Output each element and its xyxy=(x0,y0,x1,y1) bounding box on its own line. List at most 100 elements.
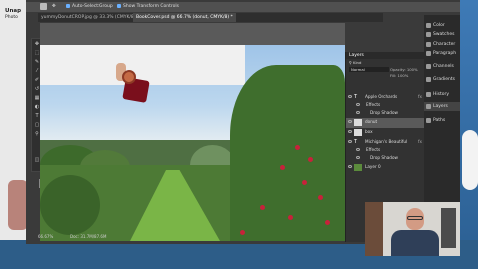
panel-character[interactable]: Character xyxy=(424,40,460,49)
panel-label: History xyxy=(433,92,450,97)
fx-badge: fx xyxy=(418,94,422,99)
panel-label: Swatches xyxy=(433,32,455,37)
layer-row-donut[interactable]: donut xyxy=(346,118,425,128)
character-icon xyxy=(426,42,431,47)
orchard-tree xyxy=(40,175,100,235)
layer-effects-row[interactable]: Effects xyxy=(346,101,425,109)
layer-thumbnail xyxy=(354,164,362,171)
layer-drop-shadow-label: Drop Shadow xyxy=(370,110,398,115)
panel-color[interactable]: Color xyxy=(424,21,460,30)
panel-label: Gradients xyxy=(433,77,455,82)
eye-icon[interactable] xyxy=(348,165,352,168)
text-layer-icon: T xyxy=(354,139,358,145)
panel-paragraph[interactable]: Paragraph xyxy=(424,49,460,58)
document-tabs: yummyDonutCROP.jpg @ 33.3% (CMYK/8) * Bo… xyxy=(38,13,383,22)
zoom-level[interactable]: 66.67% xyxy=(38,233,53,241)
panel-paths[interactable]: Paths xyxy=(424,116,460,125)
desktop-left-text-2: Photo xyxy=(5,15,18,20)
layer-drop-shadow-row[interactable]: Drop Shadow xyxy=(346,154,425,162)
panel-history[interactable]: History xyxy=(424,90,460,99)
layer-name: box xyxy=(365,129,373,134)
apple xyxy=(302,180,307,185)
layers-icon xyxy=(426,104,431,109)
apple xyxy=(295,145,300,150)
eye-icon[interactable] xyxy=(356,111,360,114)
panel-label: Character xyxy=(433,42,456,47)
layer-row-apple-orchards[interactable]: T Apple Orchards fx xyxy=(346,93,425,101)
auto-select-dropdown[interactable]: Group xyxy=(99,4,113,9)
eye-icon[interactable] xyxy=(348,95,352,98)
webcam-doorway xyxy=(441,208,456,248)
layer-name: Layer 0 xyxy=(365,164,381,169)
home-icon[interactable] xyxy=(40,3,47,10)
paragraph-icon xyxy=(426,51,431,56)
layer-filter-kind[interactable]: ⚲ Kind xyxy=(349,60,379,65)
options-bar: ✥ Auto-Select: Group Show Transform Cont… xyxy=(26,2,460,12)
panel-label: Color xyxy=(433,23,445,28)
layer-name: Michigan's Beautiful xyxy=(365,139,408,144)
apple xyxy=(308,157,313,162)
transform-controls-checkbox[interactable] xyxy=(117,4,121,8)
opacity-field[interactable]: Opacity: 100% xyxy=(390,67,424,72)
tab-yummy-donut[interactable]: yummyDonutCROP.jpg @ 33.3% (CMYK/8) * xyxy=(38,13,142,22)
status-bar: 66.67% Doc: 31.7M/87.6M xyxy=(26,233,346,241)
layer-effects-label: Effects xyxy=(366,147,381,152)
layer-effects-row[interactable]: Effects xyxy=(346,146,425,154)
apple xyxy=(280,165,285,170)
layer-row-box[interactable]: box xyxy=(346,128,425,138)
layer-effects-label: Effects xyxy=(366,102,381,107)
panel-label: Paths xyxy=(433,118,446,123)
eye-icon[interactable] xyxy=(356,103,360,106)
document-size: Doc: 31.7M/87.6M xyxy=(70,234,107,239)
apple xyxy=(325,220,330,225)
eye-icon[interactable] xyxy=(356,156,360,159)
color-icon xyxy=(426,23,431,28)
donut-layer-content xyxy=(122,70,136,84)
tab-book-cover[interactable]: BookCover.psd @ 66.7% (donut, CMYK/8) * xyxy=(133,13,236,22)
history-icon xyxy=(426,92,431,97)
panel-label: Paragraph xyxy=(433,51,457,56)
document-canvas[interactable] xyxy=(40,23,345,241)
panel-layers[interactable]: Layers xyxy=(424,102,460,111)
text-layer-icon: T xyxy=(354,94,358,100)
auto-select-label: Auto-Select: xyxy=(72,4,100,9)
panel-swatches[interactable]: Swatches xyxy=(424,30,460,39)
desktop-left-text-1: Unap xyxy=(5,8,22,14)
layer-thumbnail xyxy=(354,119,362,126)
panel-gradients[interactable]: Gradients xyxy=(424,75,460,84)
swatches-icon xyxy=(426,32,431,37)
apple xyxy=(260,205,265,210)
apple-tree xyxy=(230,65,345,241)
layer-drop-shadow-row[interactable]: Drop Shadow xyxy=(346,109,425,117)
transform-controls-label: Show Transform Controls xyxy=(123,4,179,9)
apple xyxy=(288,215,293,220)
photoshop-window: ✥ Auto-Select: Group Show Transform Cont… xyxy=(26,0,460,256)
layer-drop-shadow-label: Drop Shadow xyxy=(370,155,398,160)
panel-label: Layers xyxy=(433,104,448,109)
desktop-left-edge: Unap Photo xyxy=(0,0,28,269)
panel-label: Channels xyxy=(433,64,454,69)
desktop-cloud xyxy=(462,130,478,190)
fill-field[interactable]: Fill: 100% xyxy=(390,73,424,78)
eye-icon[interactable] xyxy=(348,140,352,143)
filter-kind-label: Kind xyxy=(353,60,362,65)
layers-panel-title: Layers xyxy=(349,53,364,58)
eye-icon[interactable] xyxy=(348,120,352,123)
presenter-glasses xyxy=(407,216,423,220)
panel-channels[interactable]: Channels xyxy=(424,62,460,71)
auto-select-checkbox[interactable] xyxy=(66,4,70,8)
desktop-right-edge xyxy=(460,0,478,269)
layer-row-michigans-beautiful[interactable]: T Michigan's Beautiful fx xyxy=(346,138,425,146)
blend-mode-select[interactable]: Normal xyxy=(349,67,389,72)
channels-icon xyxy=(426,64,431,69)
apple xyxy=(318,195,323,200)
layer-row-layer-0[interactable]: Layer 0 xyxy=(346,163,425,173)
webcam-overlay xyxy=(365,202,460,256)
presenter-body xyxy=(391,230,439,256)
eye-icon[interactable] xyxy=(356,148,360,151)
move-tool-icon[interactable]: ✥ xyxy=(52,4,56,9)
desktop-left-photo xyxy=(8,180,28,230)
layer-name: donut xyxy=(365,119,378,124)
eye-icon[interactable] xyxy=(348,130,352,133)
paths-icon xyxy=(426,118,431,123)
